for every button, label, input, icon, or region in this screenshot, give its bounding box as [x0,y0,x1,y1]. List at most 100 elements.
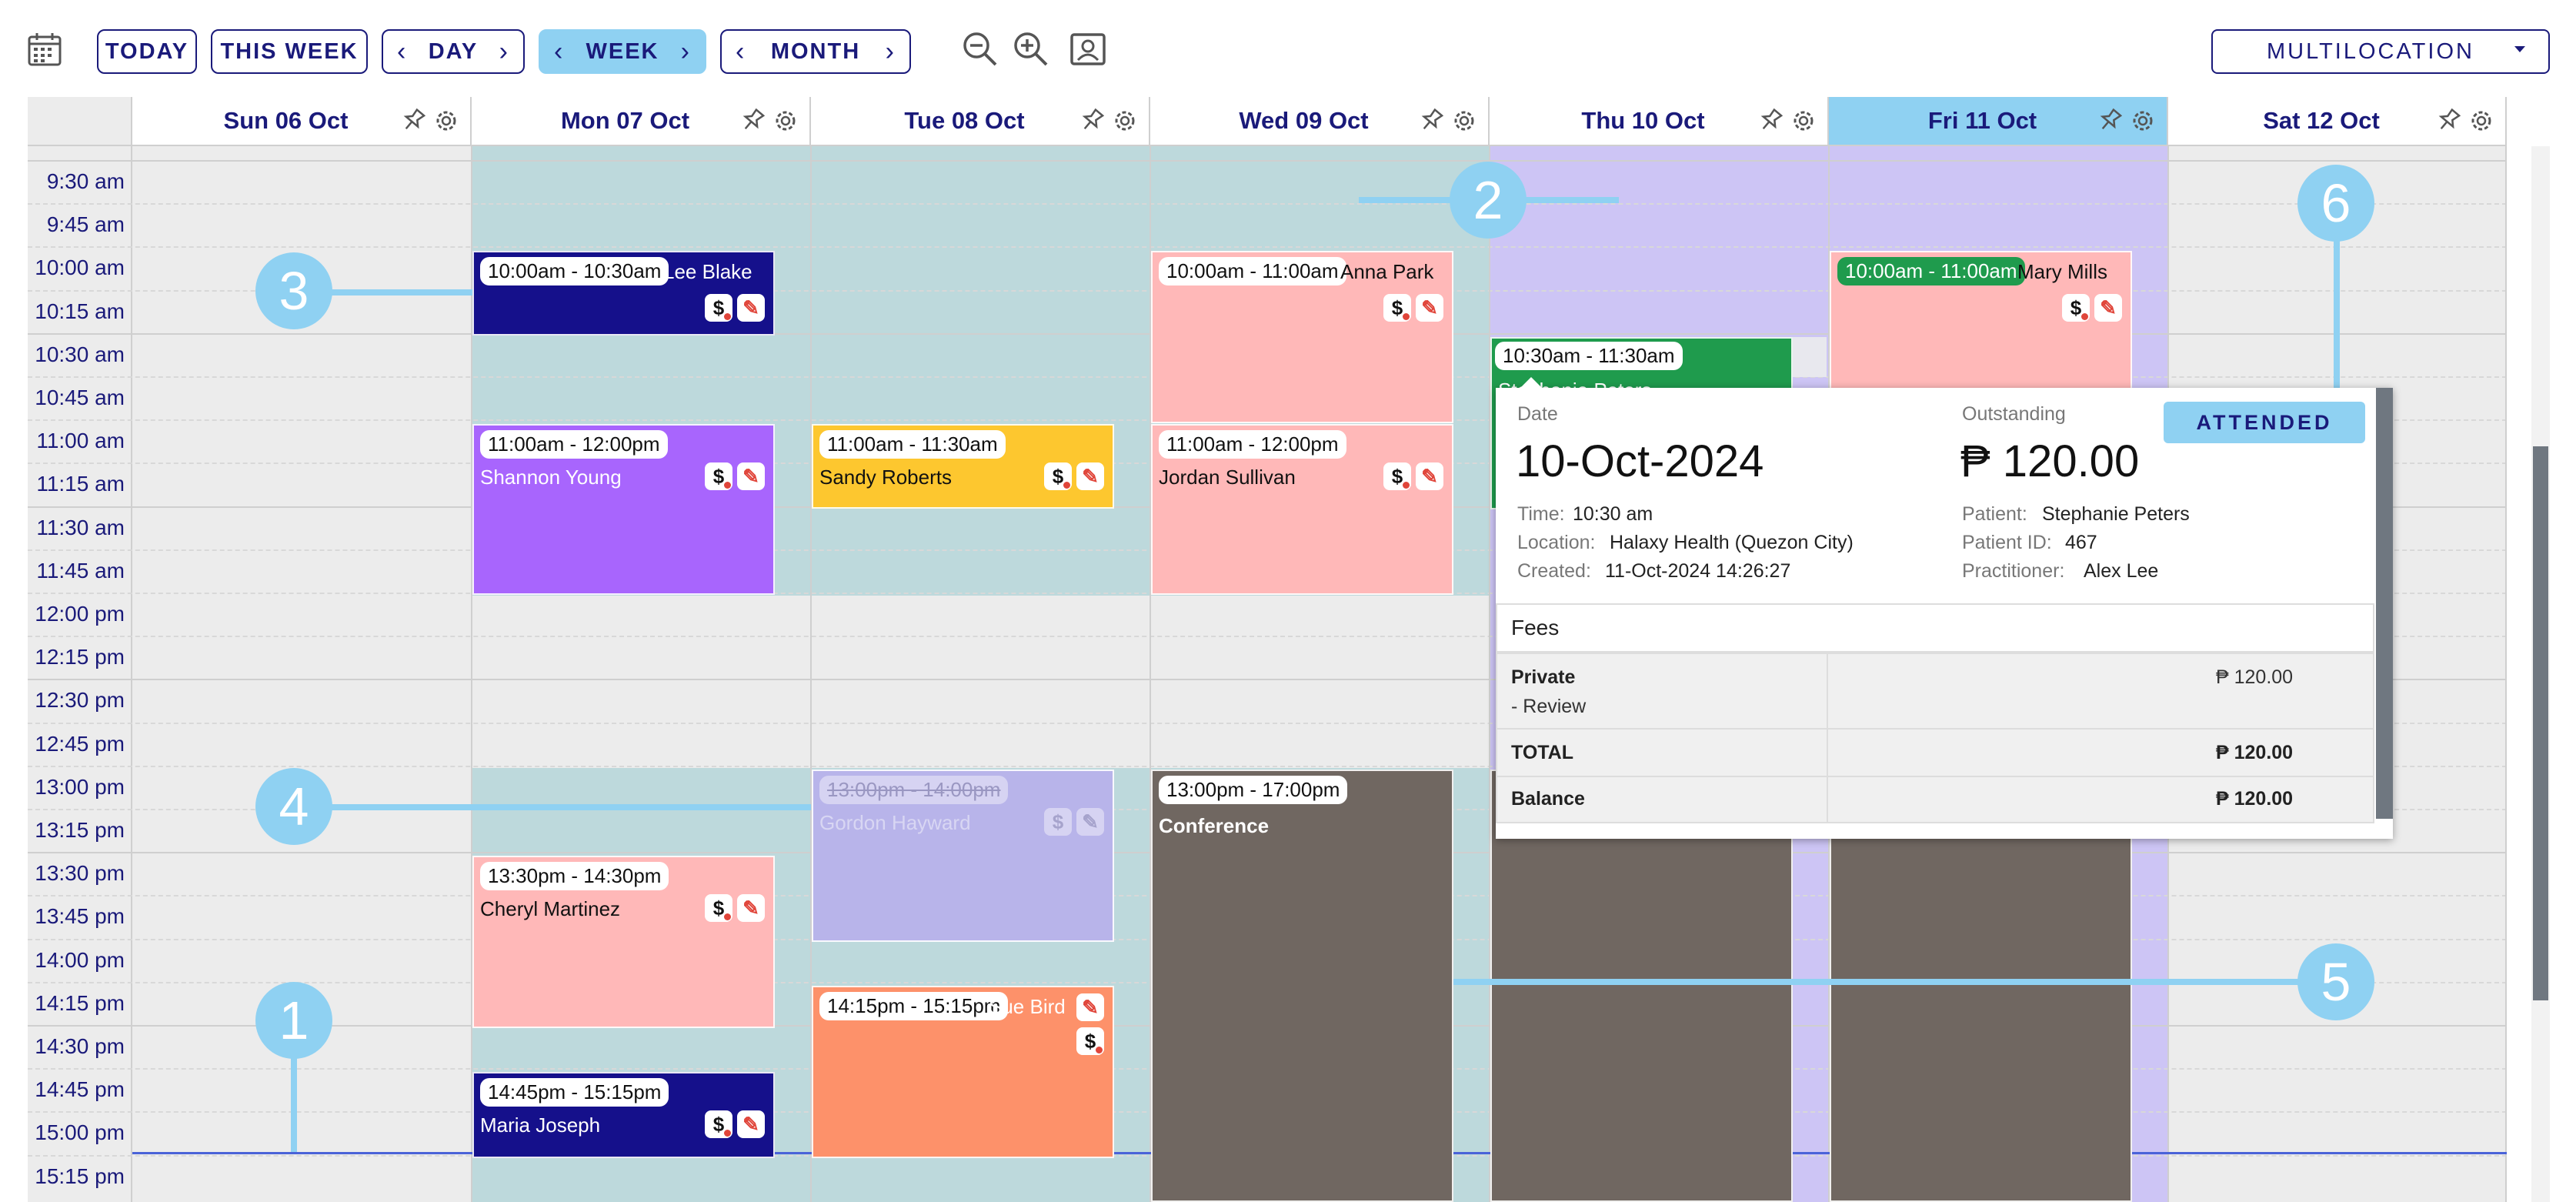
time-label: 10:00 am [35,255,125,279]
gear-icon[interactable] [2130,108,2156,134]
dollar-icon[interactable]: $ [705,894,732,922]
day-header[interactable]: Thu 10 Oct [1490,97,1829,146]
callout-line [323,289,472,295]
balance-amount: ₱ 120.00 [2216,788,2294,810]
day-header-label: Sun 06 Oct [223,107,349,134]
conference-block-wed[interactable]: 13:00pm - 17:00pm Conference [1151,770,1453,1202]
zoom-in-icon[interactable] [1011,29,1051,69]
pencil-icon[interactable]: ✎ [1076,808,1104,836]
total-amount: ₱ 120.00 [2216,742,2294,763]
chevron-left-icon[interactable]: ‹ [554,37,564,67]
pin-icon[interactable] [1081,108,1105,134]
time-label: 12:15 pm [35,645,125,669]
appointment-shannon-young[interactable]: 11:00am - 12:00pm Shannon Young $ ✎ [472,424,775,595]
day-label[interactable]: DAY [429,39,479,65]
pencil-icon[interactable]: ✎ [737,1110,765,1138]
day-header[interactable]: Fri 11 Oct [1829,97,2168,146]
pencil-icon[interactable]: ✎ [1076,993,1104,1021]
dollar-icon[interactable]: $ [705,462,732,490]
chevron-right-icon[interactable]: › [499,37,509,67]
chevron-left-icon[interactable]: ‹ [736,37,746,67]
gear-icon[interactable] [1790,108,1817,134]
appointment-patient: Mary Mills [2017,260,2107,283]
pencil-icon[interactable]: ✎ [737,462,765,490]
week-nav-button[interactable]: ‹ WEEK › [539,29,706,74]
pencil-icon[interactable]: ✎ [1076,462,1104,490]
appointment-sandy-roberts[interactable]: 11:00am - 11:30am Sandy Roberts $ ✎ [812,424,1114,509]
month-nav-button[interactable]: ‹ MONTH › [720,29,911,74]
cell-divider [1827,654,1828,728]
appointment-maria-joseph[interactable]: 14:45pm - 15:15pm Maria Joseph $ ✎ [472,1072,775,1158]
location-value: Halaxy Health (Quezon City) [1610,532,1854,553]
cell-divider [1827,730,1828,776]
gear-icon[interactable] [772,108,799,134]
week-label[interactable]: WEEK [586,39,659,65]
appointment-sue-bird[interactable]: 14:15pm - 15:15pm Sue Bird ✎ $ [812,986,1114,1158]
pin-icon[interactable] [1760,108,1784,134]
pencil-icon[interactable]: ✎ [2094,294,2122,322]
day-nav-button[interactable]: ‹ DAY › [382,29,525,74]
popup-scrollbar[interactable] [2376,388,2393,819]
time-label: Time: [1517,503,1565,525]
day-header[interactable]: Wed 09 Oct [1150,97,1490,146]
calendar-icon[interactable] [26,31,63,68]
dollar-icon[interactable]: $ [1044,462,1072,490]
callout-badge-5: 5 [2297,943,2374,1020]
gear-icon[interactable] [1451,108,1477,134]
practitioner-icon[interactable] [1068,29,1108,69]
today-button[interactable]: TODAY [97,29,197,74]
selection-handle [1793,337,1827,377]
dollar-icon[interactable]: $ [705,294,732,322]
appointment-jordan-sullivan[interactable]: 11:00am - 12:00pm Jordan Sullivan $ ✎ [1151,424,1453,595]
zoom-out-icon[interactable] [960,29,1000,69]
scrollbar-thumb[interactable] [2533,446,2548,1000]
dollar-icon[interactable]: $ [1383,294,1411,322]
grid-line [28,246,2507,248]
pin-icon[interactable] [742,108,766,134]
location-select[interactable]: MULTILOCATION [2211,29,2550,74]
gear-icon[interactable] [1112,108,1138,134]
this-week-button[interactable]: THIS WEEK [211,29,368,74]
gear-icon[interactable] [2468,108,2494,134]
pin-icon[interactable] [1420,108,1444,134]
pencil-icon[interactable]: ✎ [737,894,765,922]
working-hours [811,146,1150,596]
pin-icon[interactable] [402,108,426,134]
month-label[interactable]: MONTH [771,39,860,65]
pin-icon[interactable] [2099,108,2123,134]
chevron-right-icon[interactable]: › [681,37,691,67]
day-header[interactable]: Tue 08 Oct [811,97,1150,146]
appointment-anna-park[interactable]: 10:00am - 11:00am Anna Park $ ✎ [1151,251,1453,423]
fee-name: Private [1511,666,1576,688]
dollar-icon[interactable]: $ [705,1110,732,1138]
pencil-icon[interactable]: ✎ [1416,462,1443,490]
appointment-cheryl-martinez[interactable]: 13:30pm - 14:30pm Cheryl Martinez $ ✎ [472,856,775,1028]
appointment-lee-blake[interactable]: 10:00am - 10:30am Lee Blake $ ✎ [472,251,775,336]
pencil-icon[interactable]: ✎ [737,294,765,322]
total-row: TOTAL ₱ 120.00 [1496,728,2374,776]
day-header[interactable]: Mon 07 Oct [472,97,811,146]
day-header[interactable]: Sun 06 Oct [132,97,472,146]
grid-line [28,203,2507,205]
time-label: 13:00 pm [35,775,125,799]
chevron-left-icon[interactable]: ‹ [397,37,407,67]
day-header-label: Thu 10 Oct [1581,107,1705,134]
dollar-icon[interactable]: $ [1076,1027,1104,1055]
outstanding-label: Outstanding [1962,403,2066,425]
appointment-gordon-hayward-cancelled[interactable]: 13:00pm - 14:00pm Gordon Hayward $ ✎ [812,770,1114,942]
appointment-mary-mills[interactable]: 10:00am - 11:00am Mary Mills $ ✎ [1830,251,2132,389]
day-header[interactable]: Sat 12 Oct [2168,97,2507,146]
time-label: 11:15 am [36,472,125,496]
callout-line [2334,239,2340,389]
dollar-icon[interactable]: $ [1044,808,1072,836]
dollar-icon[interactable]: $ [2062,294,2090,322]
appointment-time: 11:00am - 12:00pm [480,430,668,459]
appointment-time: 14:45pm - 15:15pm [480,1078,669,1107]
time-label: 12:45 pm [35,732,125,756]
pencil-icon[interactable]: ✎ [1416,294,1443,322]
gear-icon[interactable] [433,108,459,134]
chevron-right-icon[interactable]: › [886,37,896,67]
pin-icon[interactable] [2438,108,2461,134]
dollar-icon[interactable]: $ [1383,462,1411,490]
patient-value[interactable]: Stephanie Peters [2042,503,2190,526]
